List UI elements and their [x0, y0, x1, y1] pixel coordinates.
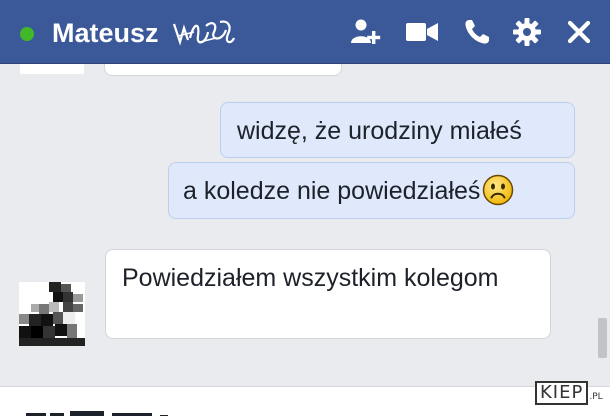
message-list[interactable]: widzę, że urodziny miałeś a koledze nie …	[0, 64, 610, 386]
add-friend-icon[interactable]	[349, 16, 383, 48]
online-status-indicator	[20, 27, 34, 41]
gear-icon[interactable]	[510, 16, 544, 48]
message-text: a koledze nie powiedziałeś	[183, 177, 481, 205]
frown-emoji-icon	[483, 175, 514, 206]
message-bubble-incoming[interactable]: Powiedziałem wszystkim kolegom	[105, 249, 551, 339]
watermark-text: KIEP	[535, 381, 589, 405]
message-bubble-outgoing[interactable]: a koledze nie powiedziałeś	[168, 162, 575, 219]
scrollbar[interactable]	[596, 64, 610, 386]
message-bubble-previous	[104, 64, 342, 76]
watermark-logo: KIEP .PL	[535, 380, 603, 406]
phone-icon[interactable]	[460, 16, 494, 48]
message-text: widzę, że urodziny miałeś	[237, 117, 522, 145]
close-icon[interactable]	[562, 16, 596, 48]
scrollbar-thumb[interactable]	[598, 318, 607, 358]
chat-window: Mateusz widzę, że urodziny miałeś a kole…	[0, 0, 610, 416]
contact-avatar[interactable]	[19, 282, 85, 346]
composer-cropped-text	[26, 411, 168, 416]
watermark-suffix: .PL	[589, 392, 603, 402]
avatar-previous	[20, 64, 84, 74]
contact-name[interactable]: Mateusz	[52, 16, 159, 50]
scribble-decoration	[172, 20, 236, 46]
message-bubble-outgoing[interactable]: widzę, że urodziny miałeś	[220, 102, 575, 158]
composer-area[interactable]	[0, 386, 610, 416]
chat-header[interactable]: Mateusz	[0, 0, 610, 64]
video-call-icon[interactable]	[405, 16, 439, 48]
message-text: Powiedziałem wszystkim kolegom	[122, 264, 499, 292]
